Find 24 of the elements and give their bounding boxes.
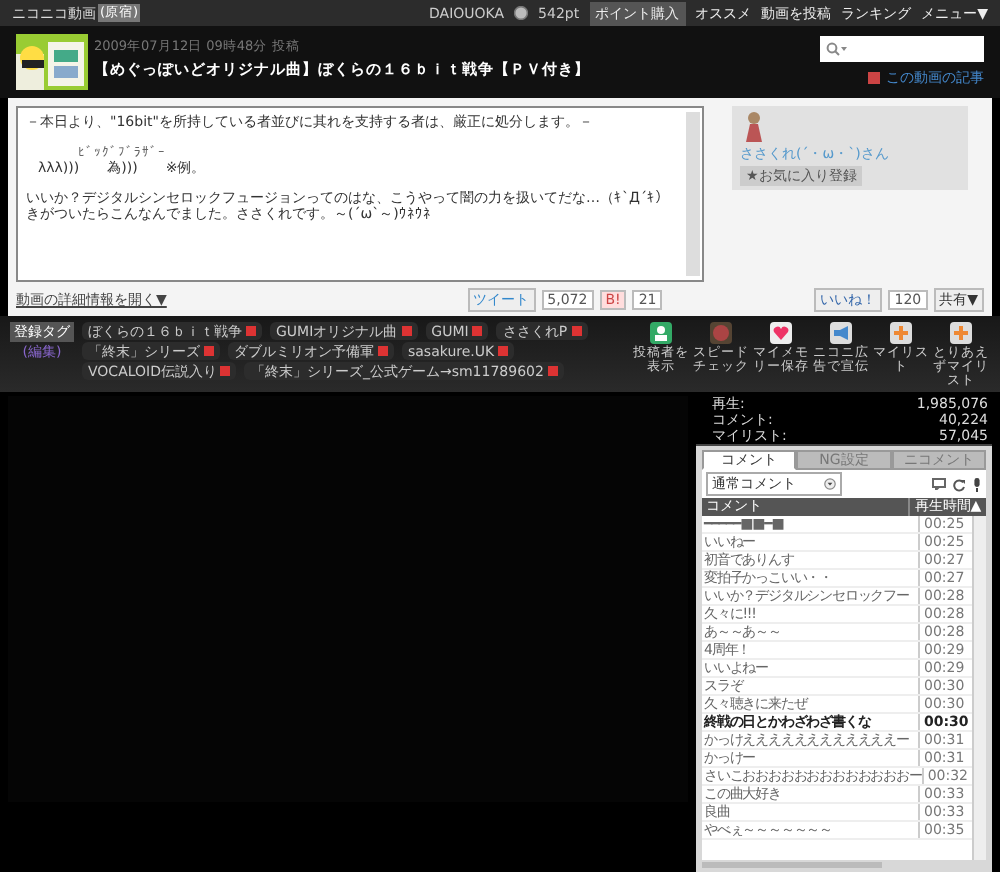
scrollbar[interactable] bbox=[972, 515, 986, 860]
dropdown-icon bbox=[824, 478, 836, 491]
article-icon bbox=[868, 72, 880, 84]
coin-icon bbox=[514, 6, 529, 20]
dictionary-icon bbox=[547, 366, 558, 376]
dictionary-icon bbox=[498, 346, 509, 356]
reload-icon bbox=[952, 477, 966, 492]
dictionary-icon bbox=[401, 326, 412, 336]
dictionary-icon bbox=[571, 326, 582, 336]
avatar-icon bbox=[740, 110, 768, 142]
dictionary-icon bbox=[472, 326, 483, 336]
megaphone-icon bbox=[830, 322, 852, 344]
comment-icon bbox=[932, 478, 946, 491]
search-icon bbox=[826, 42, 848, 56]
person-icon bbox=[650, 322, 672, 344]
plus-icon bbox=[890, 322, 912, 344]
plus-icon bbox=[950, 322, 972, 344]
heart-icon bbox=[770, 322, 792, 344]
dictionary-icon bbox=[246, 326, 256, 336]
dictionary-icon bbox=[378, 346, 388, 356]
scrollbar[interactable] bbox=[702, 862, 882, 868]
microphone-icon bbox=[972, 477, 982, 492]
search-field[interactable] bbox=[820, 36, 984, 62]
dial-icon bbox=[710, 322, 732, 344]
